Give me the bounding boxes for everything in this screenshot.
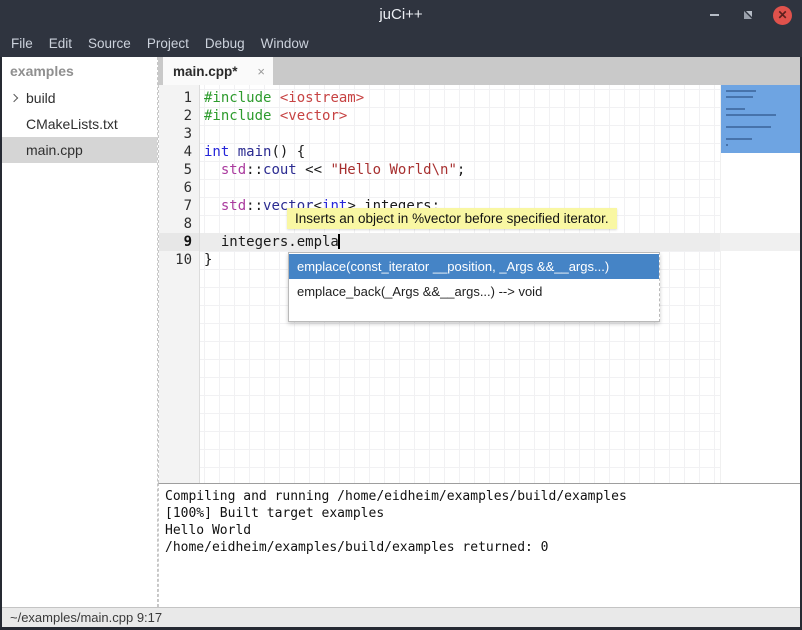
menu-item-source[interactable]: Source	[80, 32, 139, 55]
minimize-button[interactable]	[705, 6, 723, 24]
restore-icon	[742, 9, 754, 21]
code-token: }	[204, 252, 212, 268]
code-token	[204, 162, 221, 178]
code-lines: #include <iostream>#include <vector>int …	[200, 89, 800, 269]
line-number: 4	[159, 143, 199, 161]
code-line[interactable]: integers.empla	[200, 233, 800, 251]
code-editor[interactable]: 12345678910 #include <iostream>#include …	[158, 85, 800, 483]
code-line[interactable]: #include <iostream>	[200, 89, 800, 107]
tab-close-icon[interactable]: ×	[251, 64, 265, 79]
code-token: () {	[271, 144, 305, 160]
code-line[interactable]	[200, 125, 800, 143]
restore-button[interactable]	[739, 6, 757, 24]
title-bar[interactable]: juCi++ ✕	[0, 0, 802, 30]
line-number: 10	[159, 251, 199, 269]
file-label: main.cpp	[2, 142, 83, 158]
text-cursor	[338, 234, 340, 249]
status-file-path: ~/examples/main.cpp 9:17	[10, 610, 162, 625]
code-token	[271, 90, 279, 106]
autocomplete-popup: emplace(const_iterator __position, _Args…	[288, 252, 660, 322]
doc-tooltip: Inserts an object in %vector before spec…	[287, 208, 617, 229]
menu-item-debug[interactable]: Debug	[197, 32, 253, 55]
code-token: ::	[246, 198, 263, 214]
sidebar-file-list: build CMakeLists.txt main.cpp	[2, 85, 157, 163]
status-bar: ~/examples/main.cpp 9:17	[2, 607, 800, 627]
minimap-code-line	[726, 96, 753, 98]
code-token: cout	[263, 162, 297, 178]
expander-icon[interactable]	[10, 94, 18, 102]
line-number: 3	[159, 125, 199, 143]
code-token: <<	[297, 162, 331, 178]
minimap-code-line	[726, 90, 756, 92]
minimap-currentline-mark	[721, 233, 800, 251]
code-token: "Hello World\n"	[330, 162, 456, 178]
autocomplete-item[interactable]: emplace_back(_Args &&__args...) --> void	[289, 279, 659, 304]
menu-item-edit[interactable]: Edit	[41, 32, 80, 55]
file-label: CMakeLists.txt	[2, 116, 118, 132]
sidebar-item-cmakelists-txt[interactable]: CMakeLists.txt	[2, 111, 157, 137]
code-token	[204, 198, 221, 214]
terminal-line: Hello World	[165, 522, 794, 539]
menu-bar: FileEditSourceProjectDebugWindow	[0, 30, 802, 57]
minimize-icon	[710, 14, 719, 16]
minimap-code-line	[726, 114, 776, 116]
terminal-line: /home/eidheim/examples/build/examples re…	[165, 539, 794, 556]
code-token	[229, 144, 237, 160]
tab-label: main.cpp*	[173, 64, 238, 79]
main-panel: main.cpp* × 12345678910 #include <iostre…	[158, 57, 800, 607]
tab-main-cpp[interactable]: main.cpp* ×	[163, 57, 273, 85]
code-line[interactable]: #include <vector>	[200, 107, 800, 125]
line-number: 2	[159, 107, 199, 125]
code-token: int	[204, 144, 229, 160]
code-token: #include	[204, 108, 271, 124]
line-number-gutter: 12345678910	[159, 85, 200, 483]
close-button[interactable]: ✕	[773, 6, 792, 25]
minimap-code-line	[726, 138, 752, 140]
minimap-viewport[interactable]	[721, 85, 800, 153]
code-token: ::	[246, 162, 263, 178]
terminal-line: [100%] Built target examples	[165, 505, 794, 522]
line-number: 6	[159, 179, 199, 197]
minimap-code-line	[726, 108, 745, 110]
code-token: std	[221, 162, 246, 178]
minimap[interactable]	[720, 85, 800, 483]
code-token	[271, 108, 279, 124]
sidebar-item-build[interactable]: build	[2, 85, 157, 111]
code-line[interactable]	[200, 179, 800, 197]
terminal-output[interactable]: Compiling and running /home/eidheim/exam…	[158, 483, 800, 607]
file-tree-panel: examples build CMakeLists.txt main.cpp	[2, 57, 158, 607]
window-controls: ✕	[705, 0, 792, 30]
autocomplete-item[interactable]: emplace(const_iterator __position, _Args…	[289, 254, 659, 279]
menu-item-file[interactable]: File	[3, 32, 41, 55]
tab-bar: main.cpp* ×	[158, 57, 800, 85]
code-token: main	[238, 144, 272, 160]
minimap-code-line	[726, 144, 728, 146]
project-name-header: examples	[2, 57, 157, 85]
line-number: 5	[159, 161, 199, 179]
app-window: juCi++ ✕ FileEditSourceProjectDebugWindo…	[0, 0, 802, 630]
menu-item-window[interactable]: Window	[253, 32, 317, 55]
code-token: <vector>	[280, 108, 347, 124]
code-token: <iostream>	[280, 90, 364, 106]
code-text-area[interactable]: #include <iostream>#include <vector>int …	[200, 85, 800, 483]
code-token: ;	[457, 162, 465, 178]
code-token: integers.empla	[204, 234, 339, 250]
window-title: juCi++	[0, 0, 802, 30]
line-number: 9	[159, 233, 199, 251]
line-number: 1	[159, 89, 199, 107]
terminal-line: Compiling and running /home/eidheim/exam…	[165, 488, 794, 505]
code-line[interactable]: int main() {	[200, 143, 800, 161]
window-body: examples build CMakeLists.txt main.cpp mai…	[2, 57, 800, 607]
line-number: 8	[159, 215, 199, 233]
sidebar-item-main-cpp[interactable]: main.cpp	[2, 137, 157, 163]
code-token: #include	[204, 90, 271, 106]
file-label: build	[24, 90, 56, 106]
menu-item-project[interactable]: Project	[139, 32, 197, 55]
line-number: 7	[159, 197, 199, 215]
code-line[interactable]: std::cout << "Hello World\n";	[200, 161, 800, 179]
close-icon: ✕	[777, 9, 787, 21]
code-token: std	[221, 198, 246, 214]
minimap-code-line	[726, 126, 771, 128]
